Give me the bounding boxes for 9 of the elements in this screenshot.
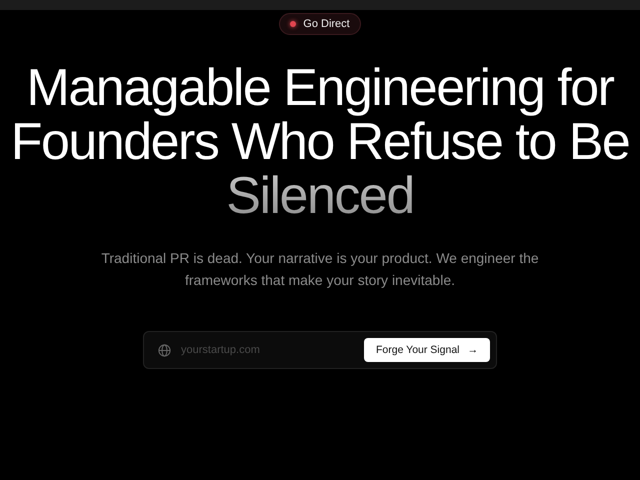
url-input-field[interactable]: yourstartup.com Forge Your Signal → xyxy=(143,331,497,369)
globe-icon xyxy=(158,344,171,356)
status-dot xyxy=(290,21,296,27)
headline-line: Managable Engineering for xyxy=(26,61,614,115)
go-direct-badge[interactable]: Go Direct xyxy=(279,13,361,35)
subtitle: Traditional PR is dead. Your narrative is your product. We engineer the frameworks that make your story inevitable. xyxy=(100,249,540,290)
forge-signal-button[interactable]: Forge Your Signal → xyxy=(364,338,490,362)
badge-label: Go Direct xyxy=(303,18,350,30)
headline-line: Founders Who Refuse to Be xyxy=(10,115,630,169)
